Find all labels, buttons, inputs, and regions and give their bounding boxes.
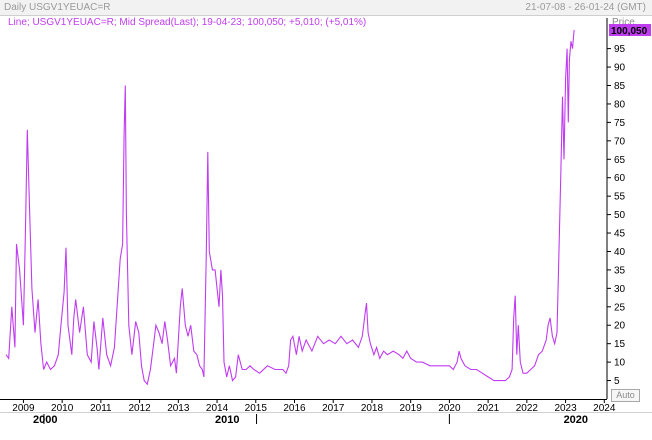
axes-layer: 5 10 15 20 25 30 35 40 45 50 55 60 65 70 75 80 85 90 95 200… (0, 18, 652, 426)
x-tick-label: 2015 (245, 403, 268, 414)
y-tick-label: 5 (614, 376, 620, 387)
x-tick-label: 2016 (283, 403, 306, 414)
x-tick-label: 2012 (128, 403, 151, 414)
y-tick-label: 55 (614, 192, 626, 203)
last-value-label: 100,050 (611, 26, 648, 37)
y-tick-label: 30 (614, 284, 626, 295)
decade-tick-label: 2000 (33, 414, 57, 426)
series-line (5, 29, 575, 386)
series-layer (5, 29, 575, 386)
y-tick-label: 20 (614, 321, 626, 332)
x-tick-label: 2011 (90, 403, 112, 414)
x-tick-label: 2010 (51, 403, 74, 414)
y-tick-label: 15 (614, 339, 626, 350)
chart-window: Daily USGV1YEUAC=R 21-07-08 - 26-01-24 (… (0, 0, 652, 440)
series-legend-text: Line; USGV1YEUAC=R; Mid Spread(Last); 19… (8, 17, 367, 28)
y-tick-label: 40 (614, 247, 626, 258)
y-tick-label: 45 (614, 229, 626, 240)
y-tick-label: 70 (614, 136, 626, 147)
y-tick-label: 65 (614, 155, 626, 166)
y-tick-label: 80 (614, 99, 626, 110)
x-tick-label: 2023 (554, 403, 577, 414)
x-tick-label: 2021 (477, 403, 500, 414)
x-tick-label: 2019 (400, 403, 423, 414)
y-tick-label: 90 (614, 63, 626, 74)
y-tick-label: 25 (614, 302, 626, 313)
y-tick-label: 35 (614, 265, 626, 276)
x-tick-label: 2009 (12, 403, 35, 414)
badge-layer: 100,050 (609, 24, 651, 37)
x-tick-label: 2022 (516, 403, 539, 414)
y-tick-label: 60 (614, 173, 626, 184)
decade-tick-label: 2020 (564, 414, 588, 426)
y-tick-label: 95 (614, 44, 626, 55)
x-tick-label: 2024 (593, 403, 616, 414)
x-tick-label: 2014 (206, 403, 229, 414)
x-tick-label: 2020 (438, 403, 461, 414)
y-tick-label: 85 (614, 81, 626, 92)
line-chart[interactable]: 5 10 15 20 25 30 35 40 45 50 55 60 65 70 75 80 85 90 95 200… (0, 0, 652, 440)
x-tick-label: 2017 (322, 403, 345, 414)
series-legend: Line; USGV1YEUAC=R; Mid Spread(Last); 19… (8, 17, 366, 28)
y-tick-label: 10 (614, 358, 626, 369)
y-tick-label: 50 (614, 210, 626, 221)
decade-tick-label: 2010 (215, 414, 239, 426)
y-tick-label: 75 (614, 118, 626, 129)
auto-scale-button[interactable]: Auto (611, 389, 640, 402)
x-tick-label: 2018 (361, 403, 384, 414)
x-tick-label: 2013 (167, 403, 190, 414)
